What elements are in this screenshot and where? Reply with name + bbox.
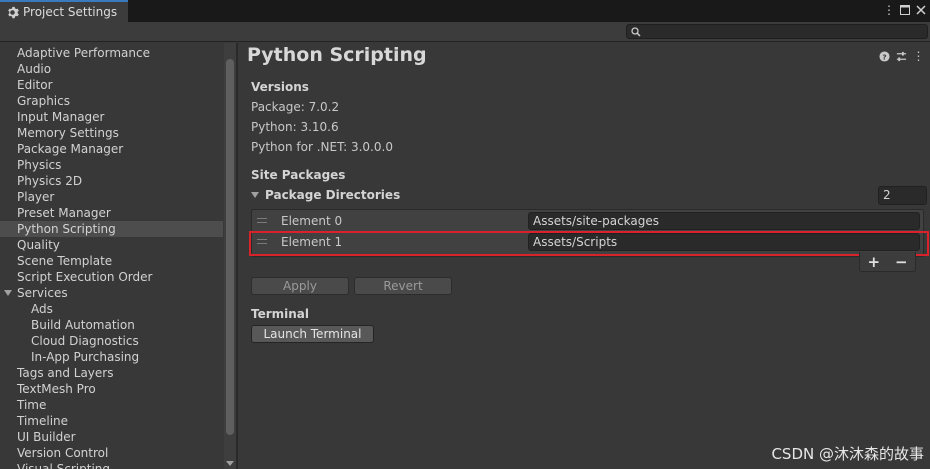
- sidebar-item-visual-scripting[interactable]: Visual Scripting: [0, 461, 236, 469]
- expand-arrow-icon[interactable]: [4, 290, 12, 296]
- element-label: Element 0: [281, 214, 343, 228]
- list-add-remove-footer: + −: [859, 252, 916, 272]
- watermark: CSDN @沐沐森的故事: [771, 445, 924, 463]
- sidebar-item-label: Physics: [17, 158, 62, 172]
- preset-sliders-icon[interactable]: [896, 50, 907, 62]
- sidebar-item-python-scripting[interactable]: Python Scripting: [0, 221, 223, 237]
- sidebar-item-label: Package Manager: [17, 142, 124, 156]
- package-directories-foldout[interactable]: Package Directories: [251, 188, 400, 202]
- revert-button[interactable]: Revert: [354, 277, 452, 295]
- package-version: Package: 7.0.2: [251, 100, 340, 114]
- sidebar-item-label: Audio: [17, 62, 52, 76]
- sidebar-item-label: Version Control: [17, 446, 109, 460]
- element-path-field[interactable]: Assets/site-packages: [528, 212, 920, 230]
- sidebar-item-label: Quality: [17, 238, 60, 252]
- dotnet-version: Python for .NET: 3.0.0.0: [251, 140, 393, 154]
- python-version: Python: 3.10.6: [251, 120, 339, 134]
- sidebar-item-cloud-diagnostics[interactable]: Cloud Diagnostics: [0, 333, 236, 349]
- sidebar-item-scene-template[interactable]: Scene Template: [0, 253, 236, 269]
- drag-handle-icon[interactable]: [257, 218, 267, 223]
- launch-terminal-button[interactable]: Launch Terminal: [251, 325, 374, 343]
- sidebar-item-time[interactable]: Time: [0, 397, 236, 413]
- sidebar-item-audio[interactable]: Audio: [0, 61, 236, 77]
- scrollbar-thumb[interactable]: [226, 59, 234, 435]
- tab-title: Project Settings: [23, 5, 118, 19]
- sidebar-item-package-manager[interactable]: Package Manager: [0, 141, 236, 157]
- sidebar-item-label: Editor: [17, 78, 53, 92]
- search-input[interactable]: [626, 24, 928, 39]
- page-title: Python Scripting: [247, 44, 427, 66]
- sidebar-item-quality[interactable]: Quality: [0, 237, 236, 253]
- sidebar-item-version-control[interactable]: Version Control: [0, 445, 236, 461]
- sidebar-item-label: Memory Settings: [17, 126, 119, 140]
- sidebar-item-label: Preset Manager: [17, 206, 111, 220]
- site-packages-heading: Site Packages: [251, 168, 346, 182]
- sidebar-item-label: Physics 2D: [17, 174, 83, 188]
- sidebar-item-timeline[interactable]: Timeline: [0, 413, 236, 429]
- annotation-highlight-box: [249, 231, 929, 256]
- sidebar-item-editor[interactable]: Editor: [0, 77, 236, 93]
- sidebar-item-label: Ads: [31, 302, 53, 316]
- sidebar-item-label: UI Builder: [17, 430, 76, 444]
- settings-sidebar: Adaptive Performance Audio Editor Graphics I…: [0, 43, 236, 469]
- sidebar-item-ui-builder[interactable]: UI Builder: [0, 429, 236, 445]
- foldout-arrow-icon: [251, 192, 259, 198]
- close-icon[interactable]: [916, 3, 926, 17]
- svg-text:?: ?: [882, 52, 886, 61]
- sidebar-item-ads[interactable]: Ads: [0, 301, 236, 317]
- project-settings-tab[interactable]: Project Settings: [0, 0, 128, 22]
- sidebar-item-label: Tags and Layers: [17, 366, 114, 380]
- sidebar-item-physics[interactable]: Physics: [0, 157, 236, 173]
- add-element-button[interactable]: +: [867, 253, 880, 271]
- sidebar-item-textmesh-pro[interactable]: TextMesh Pro: [0, 381, 236, 397]
- sidebar-item-label: Input Manager: [17, 110, 105, 124]
- sidebar-item-tags-and-layers[interactable]: Tags and Layers: [0, 365, 236, 381]
- list-item: Element 0 Assets/site-packages: [252, 211, 923, 231]
- versions-heading: Versions: [251, 80, 309, 94]
- sidebar-item-physics-2d[interactable]: Physics 2D: [0, 173, 236, 189]
- sidebar-item-label: Player: [17, 190, 55, 204]
- sidebar-item-label: Script Execution Order: [17, 270, 153, 284]
- sidebar-item-preset-manager[interactable]: Preset Manager: [0, 205, 236, 221]
- sidebar-item-label: Time: [17, 398, 47, 412]
- sidebar-item-adaptive-performance[interactable]: Adaptive Performance: [0, 45, 236, 61]
- sidebar-item-input-manager[interactable]: Input Manager: [0, 109, 236, 125]
- foldout-label: Package Directories: [265, 188, 401, 202]
- sidebar-item-label: Timeline: [17, 414, 69, 428]
- title-bar: Project Settings ⋮: [0, 0, 930, 22]
- search-icon: [631, 26, 641, 37]
- sidebar-item-label: TextMesh Pro: [17, 382, 96, 396]
- gear-icon: [6, 6, 19, 19]
- sidebar-item-label: Services: [17, 286, 68, 300]
- scroll-down-arrow-icon[interactable]: [226, 461, 234, 466]
- sidebar-item-services[interactable]: Services: [0, 285, 236, 301]
- help-icon[interactable]: ?: [879, 50, 890, 62]
- sidebar-item-label: Graphics: [17, 94, 70, 108]
- sidebar-scrollbar[interactable]: [224, 43, 236, 469]
- remove-element-button[interactable]: −: [895, 253, 908, 271]
- sidebar-item-build-automation[interactable]: Build Automation: [0, 317, 236, 333]
- sidebar-item-player[interactable]: Player: [0, 189, 236, 205]
- sidebar-item-label: Scene Template: [17, 254, 113, 268]
- sidebar-item-label: Build Automation: [31, 318, 135, 332]
- sidebar-item-memory-settings[interactable]: Memory Settings: [0, 125, 236, 141]
- sidebar-item-graphics[interactable]: Graphics: [0, 93, 236, 109]
- sidebar-item-label: Python Scripting: [17, 222, 116, 236]
- array-size-field[interactable]: 2: [878, 186, 927, 205]
- sidebar-item-label: In-App Purchasing: [31, 350, 140, 364]
- kebab-menu-icon[interactable]: ⋮: [883, 3, 895, 17]
- sidebar-item-label: Cloud Diagnostics: [31, 334, 139, 348]
- sidebar-item-label: Adaptive Performance: [17, 46, 150, 60]
- toolbar: [0, 22, 930, 42]
- maximize-icon[interactable]: [900, 3, 910, 17]
- terminal-heading: Terminal: [251, 307, 310, 321]
- sidebar-item-script-execution-order[interactable]: Script Execution Order: [0, 269, 236, 285]
- kebab-menu-icon[interactable]: ⋮: [913, 49, 925, 63]
- sidebar-item-label: Visual Scripting: [17, 462, 110, 469]
- settings-main-panel: Python Scripting ? ⋮ Versions Package: 7…: [238, 43, 930, 469]
- sidebar-item-in-app-purchasing[interactable]: In-App Purchasing: [0, 349, 236, 365]
- apply-button[interactable]: Apply: [251, 277, 349, 295]
